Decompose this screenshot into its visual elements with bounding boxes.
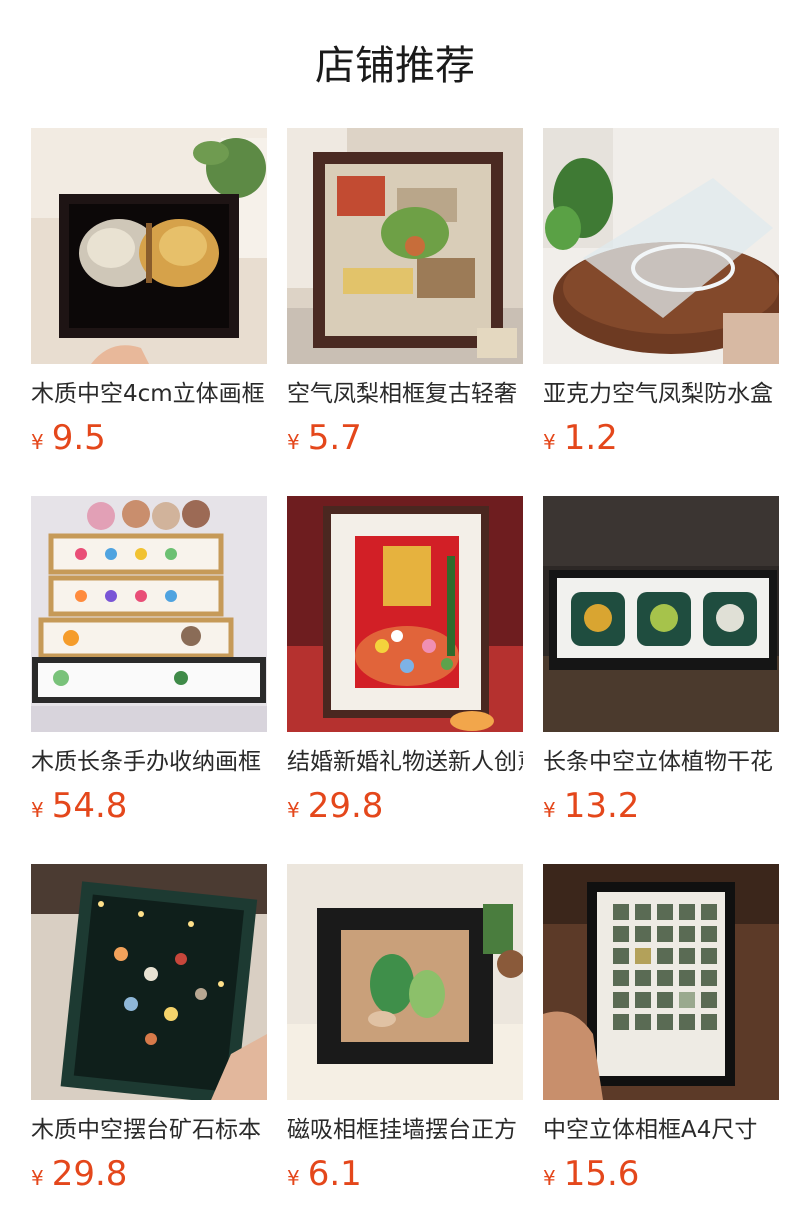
product-name: 空气凤梨相框复古轻奢 <box>287 381 517 407</box>
product-card[interactable]: 亚克力空气凤梨防水盒 ¥ 1.2 <box>543 128 779 496</box>
a4-frame-image <box>543 864 779 1100</box>
product-name: 长条中空立体植物干花 <box>543 749 773 775</box>
product-price: ¥ 54.8 <box>31 784 267 828</box>
product-name: 磁吸相框挂墙摆台正方 <box>287 1117 517 1143</box>
currency-symbol: ¥ <box>287 430 300 454</box>
product-card[interactable]: 结婚新婚礼物送新人创意 ¥ 29.8 <box>287 496 523 864</box>
product-image[interactable] <box>543 496 779 732</box>
product-name: 木质中空摆台矿石标本 <box>31 1117 261 1143</box>
product-price: ¥ 29.8 <box>31 1152 267 1196</box>
product-image[interactable] <box>543 128 779 364</box>
mineral-frame-image <box>31 864 267 1100</box>
product-card[interactable]: 磁吸相框挂墙摆台正方 ¥ 6.1 <box>287 864 523 1232</box>
currency-symbol: ¥ <box>287 798 300 822</box>
product-image[interactable] <box>31 128 267 364</box>
currency-symbol: ¥ <box>31 1166 44 1190</box>
product-name: 中空立体相框A4尺寸 <box>543 1117 758 1143</box>
product-card[interactable]: 中空立体相框A4尺寸 ¥ 15.6 <box>543 864 779 1232</box>
page-title: 店铺推荐 <box>315 43 475 89</box>
product-price: ¥ 9.5 <box>31 416 267 460</box>
product-price: ¥ 15.6 <box>543 1152 779 1196</box>
price-value: 6.1 <box>307 1154 362 1194</box>
currency-symbol: ¥ <box>31 798 44 822</box>
product-name: 木质长条手办收纳画框 <box>31 749 261 775</box>
price-value: 54.8 <box>51 786 128 826</box>
currency-symbol: ¥ <box>543 798 556 822</box>
product-grid: 木质中空4cm立体画框 ¥ 9.5 空气凤梨相框复古轻奢 ¥ 5.7 亚克力空气… <box>31 128 779 1232</box>
magnetic-frame-image <box>287 864 523 1100</box>
currency-symbol: ¥ <box>543 1166 556 1190</box>
acrylic-box-image <box>543 128 779 364</box>
product-image[interactable] <box>287 496 523 732</box>
price-value: 9.5 <box>51 418 106 458</box>
currency-symbol: ¥ <box>287 1166 300 1190</box>
product-image[interactable] <box>31 864 267 1100</box>
product-image[interactable] <box>31 496 267 732</box>
price-value: 29.8 <box>51 1154 128 1194</box>
product-name: 结婚新婚礼物送新人创意 <box>287 749 523 775</box>
product-card[interactable]: 空气凤梨相框复古轻奢 ¥ 5.7 <box>287 128 523 496</box>
product-price: ¥ 5.7 <box>287 416 523 460</box>
price-value: 29.8 <box>307 786 384 826</box>
price-value: 13.2 <box>563 786 640 826</box>
product-price: ¥ 29.8 <box>287 784 523 828</box>
product-name: 木质中空4cm立体画框 <box>31 381 265 407</box>
product-image[interactable] <box>287 864 523 1100</box>
product-price: ¥ 1.2 <box>543 416 779 460</box>
price-value: 1.2 <box>563 418 618 458</box>
price-value: 15.6 <box>563 1154 640 1194</box>
butterfly-frame-image <box>31 128 267 364</box>
long-specimen-frame-image <box>543 496 779 732</box>
product-price: ¥ 13.2 <box>543 784 779 828</box>
product-image[interactable] <box>543 864 779 1100</box>
currency-symbol: ¥ <box>543 430 556 454</box>
figure-shelf-image <box>31 496 267 732</box>
product-card[interactable]: 木质中空摆台矿石标本 ¥ 29.8 <box>31 864 267 1232</box>
price-value: 5.7 <box>307 418 362 458</box>
product-price: ¥ 6.1 <box>287 1152 523 1196</box>
currency-symbol: ¥ <box>31 430 44 454</box>
product-image[interactable] <box>287 128 523 364</box>
product-card[interactable]: 木质长条手办收纳画框 ¥ 54.8 <box>31 496 267 864</box>
product-card[interactable]: 长条中空立体植物干花 ¥ 13.2 <box>543 496 779 864</box>
product-name: 亚克力空气凤梨防水盒 <box>543 381 773 407</box>
air-plant-frame-image <box>287 128 523 364</box>
wedding-frame-image <box>287 496 523 732</box>
product-card[interactable]: 木质中空4cm立体画框 ¥ 9.5 <box>31 128 267 496</box>
